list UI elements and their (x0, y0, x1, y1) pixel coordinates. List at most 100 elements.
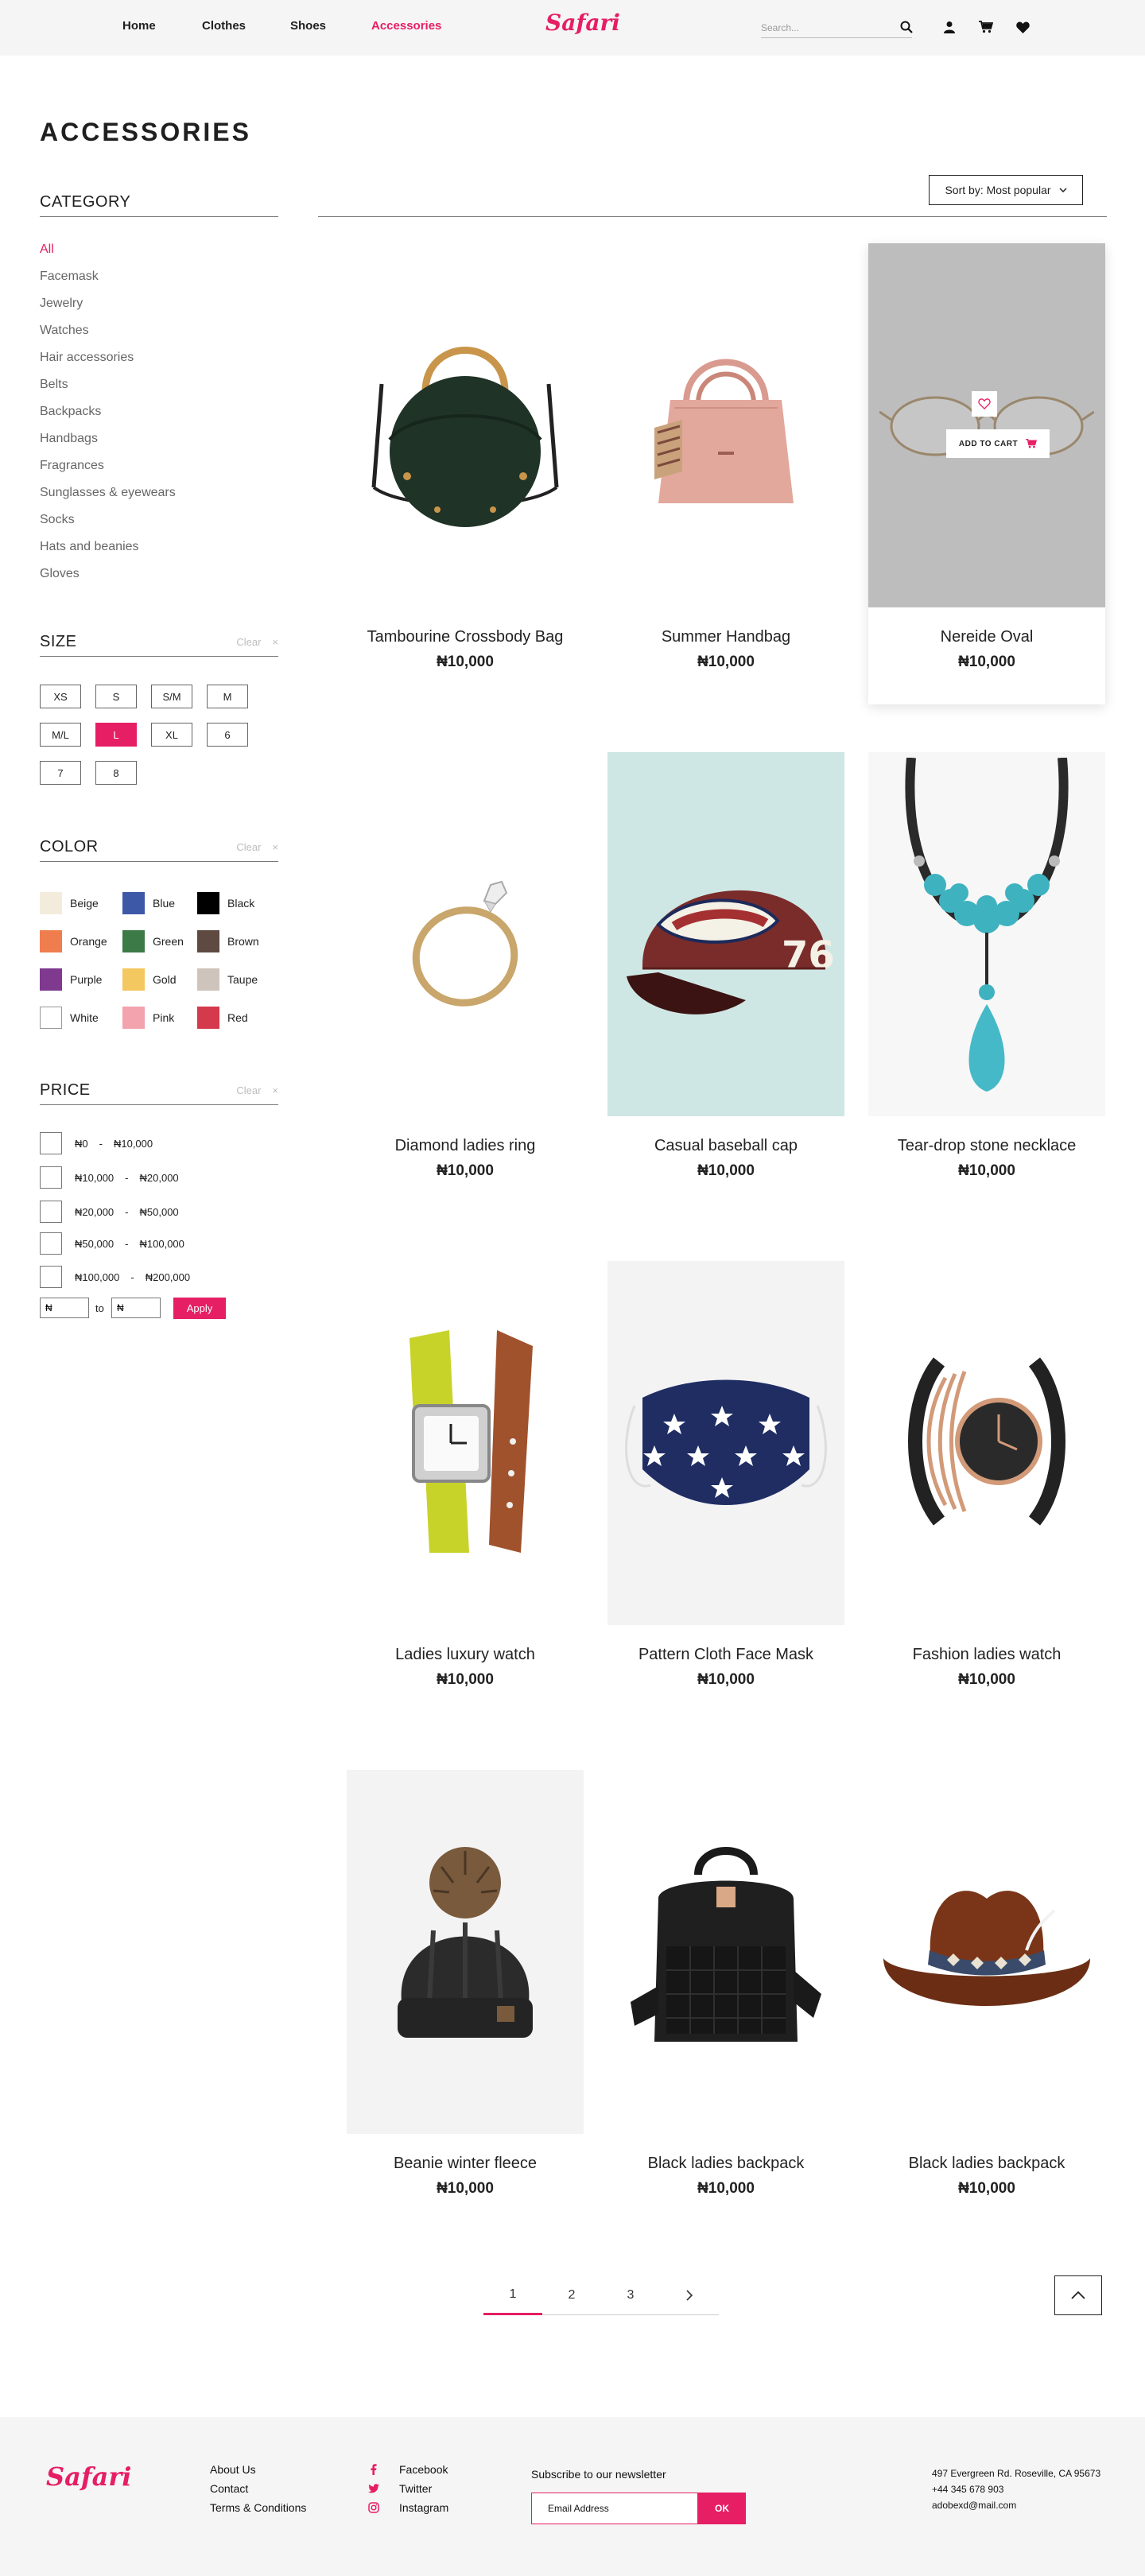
product-card[interactable]: Black ladies backpack ₦10,000 (607, 1770, 844, 2231)
wishlist-button[interactable] (972, 391, 997, 417)
color-option-white[interactable]: White (40, 1007, 99, 1029)
size-option-6[interactable]: 6 (207, 723, 248, 747)
product-image[interactable] (868, 1261, 1105, 1625)
category-item-socks[interactable]: Socks (40, 509, 176, 536)
product-image[interactable] (607, 243, 844, 607)
product-card[interactable]: 76 Casual baseball cap ₦10,000 (607, 752, 844, 1213)
size-option-xl[interactable]: XL (151, 723, 192, 747)
price-max-input[interactable] (111, 1298, 161, 1318)
search-icon[interactable] (897, 17, 916, 37)
product-name[interactable]: Black ladies backpack (868, 2155, 1105, 2173)
size-option-ml[interactable]: M/L (40, 723, 81, 747)
user-icon[interactable] (940, 17, 959, 37)
search-input[interactable] (761, 19, 888, 33)
product-image[interactable] (347, 1261, 584, 1625)
size-option-s[interactable]: S (95, 685, 137, 708)
color-option-blue[interactable]: Blue (122, 892, 175, 914)
nav-shoes[interactable]: Shoes (290, 19, 326, 33)
footer-instagram-link[interactable]: Instagram (367, 2501, 448, 2514)
product-name[interactable]: Casual baseball cap (607, 1137, 844, 1155)
product-image[interactable] (868, 752, 1105, 1116)
color-option-red[interactable]: Red (197, 1007, 248, 1029)
product-card[interactable]: Summer Handbag ₦10,000 (607, 243, 844, 704)
product-name[interactable]: Fashion ladies watch (868, 1646, 1105, 1664)
price-checkbox[interactable] (40, 1166, 62, 1189)
footer-twitter-link[interactable]: Twitter (367, 2482, 432, 2495)
price-min-input[interactable] (40, 1298, 89, 1318)
category-item-facemask[interactable]: Facemask (40, 266, 176, 293)
product-name[interactable]: Ladies luxury watch (347, 1646, 584, 1664)
add-to-cart-button[interactable]: ADD TO CART (946, 429, 1050, 458)
page-2[interactable]: 2 (542, 2275, 601, 2315)
size-option-7[interactable]: 7 (40, 761, 81, 785)
category-item-belts[interactable]: Belts (40, 374, 176, 401)
nav-clothes[interactable]: Clothes (202, 19, 246, 33)
price-range-option[interactable]: ₦50,000- ₦100,000 (40, 1232, 184, 1255)
footer-facebook-link[interactable]: Facebook (367, 2463, 448, 2476)
price-range-option[interactable]: ₦0- ₦10,000 (40, 1132, 153, 1154)
footer-link-about[interactable]: About Us (210, 2463, 256, 2476)
product-card[interactable]: ADD TO CART Nereide Oval ₦10,000 (868, 243, 1105, 704)
product-card[interactable]: Black ladies backpack ₦10,000 (868, 1770, 1105, 2231)
nav-accessories[interactable]: Accessories (371, 19, 441, 33)
price-range-option[interactable]: ₦10,000- ₦20,000 (40, 1166, 179, 1189)
size-option-sm[interactable]: S/M (151, 685, 192, 708)
category-item-hair-accessories[interactable]: Hair accessories (40, 347, 176, 374)
color-option-pink[interactable]: Pink (122, 1007, 174, 1029)
page-1[interactable]: 1 (483, 2275, 542, 2315)
category-item-gloves[interactable]: Gloves (40, 563, 176, 590)
size-option-8[interactable]: 8 (95, 761, 137, 785)
color-option-taupe[interactable]: Taupe (197, 968, 258, 991)
footer-email[interactable]: adobexd@mail.com (932, 2500, 1016, 2511)
product-image[interactable]: ADD TO CART (868, 243, 1105, 607)
product-name[interactable]: Tear-drop stone necklace (868, 1137, 1105, 1155)
footer-link-contact[interactable]: Contact (210, 2482, 248, 2495)
product-name[interactable]: Beanie winter fleece (347, 2155, 584, 2173)
size-option-l[interactable]: L (95, 723, 137, 747)
product-name[interactable]: Summer Handbag (607, 628, 844, 646)
color-option-green[interactable]: Green (122, 930, 184, 952)
category-item-watches[interactable]: Watches (40, 320, 176, 347)
color-option-black[interactable]: Black (197, 892, 254, 914)
color-option-brown[interactable]: Brown (197, 930, 259, 952)
price-apply-button[interactable]: Apply (173, 1298, 226, 1319)
sort-dropdown[interactable]: Sort by: Most popular (929, 175, 1083, 205)
product-name[interactable]: Black ladies backpack (607, 2155, 844, 2173)
price-range-option[interactable]: ₦100,000- ₦200,000 (40, 1266, 190, 1288)
product-image[interactable] (607, 1261, 844, 1625)
footer-link-terms[interactable]: Terms & Conditions (210, 2501, 306, 2514)
size-option-m[interactable]: M (207, 685, 248, 708)
product-card[interactable]: Beanie winter fleece ₦10,000 (347, 1770, 584, 2231)
price-clear-button[interactable]: Clear × (236, 1084, 278, 1096)
price-checkbox[interactable] (40, 1266, 62, 1288)
color-clear-button[interactable]: Clear × (236, 841, 278, 853)
product-image[interactable] (347, 243, 584, 607)
product-name[interactable]: Nereide Oval (868, 628, 1105, 646)
product-image[interactable] (347, 1770, 584, 2134)
size-option-xs[interactable]: XS (40, 685, 81, 708)
product-card[interactable]: Tambourine Crossbody Bag ₦10,000 (347, 243, 584, 704)
product-name[interactable]: Pattern Cloth Face Mask (607, 1646, 844, 1664)
page-3[interactable]: 3 (601, 2275, 660, 2315)
cart-icon[interactable] (976, 17, 996, 37)
product-card[interactable]: Pattern Cloth Face Mask ₦10,000 (607, 1261, 844, 1722)
header-logo[interactable]: Safari (545, 10, 620, 36)
product-image[interactable] (868, 1770, 1105, 2134)
heart-icon[interactable] (1013, 17, 1032, 37)
color-option-purple[interactable]: Purple (40, 968, 102, 991)
product-card[interactable]: Tear-drop stone necklace ₦10,000 (868, 752, 1105, 1213)
size-clear-button[interactable]: Clear × (236, 636, 278, 648)
newsletter-submit-button[interactable]: OK (698, 2493, 746, 2524)
newsletter-email-input[interactable] (531, 2493, 698, 2524)
color-option-beige[interactable]: Beige (40, 892, 99, 914)
category-item-fragrances[interactable]: Fragrances (40, 455, 176, 482)
product-card[interactable]: Fashion ladies watch ₦10,000 (868, 1261, 1105, 1722)
category-item-jewelry[interactable]: Jewelry (40, 293, 176, 320)
category-item-backpacks[interactable]: Backpacks (40, 401, 176, 428)
category-item-hats[interactable]: Hats and beanies (40, 536, 176, 563)
category-item-handbags[interactable]: Handbags (40, 428, 176, 455)
product-card[interactable]: Diamond ladies ring ₦10,000 (347, 752, 584, 1213)
price-checkbox[interactable] (40, 1132, 62, 1154)
nav-home[interactable]: Home (122, 19, 156, 33)
product-card[interactable]: Ladies luxury watch ₦10,000 (347, 1261, 584, 1722)
